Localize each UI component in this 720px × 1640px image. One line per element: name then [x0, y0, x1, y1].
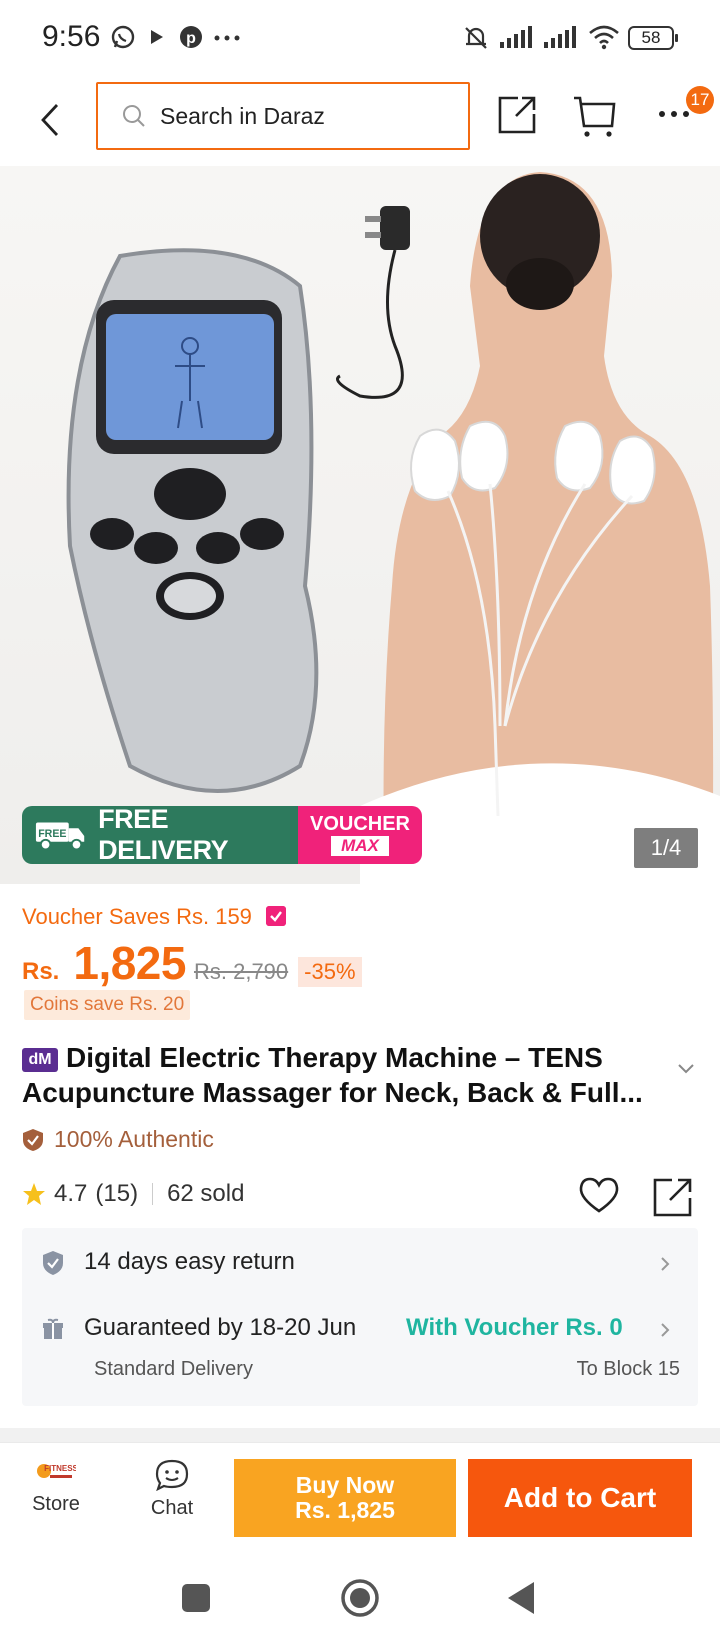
original-price: Rs. 2,790 — [193, 959, 289, 984]
delivery-row[interactable]: Guaranteed by 18-20 Jun With Voucher Rs.… — [22, 1298, 698, 1406]
back-triangle-icon[interactable] — [506, 1580, 536, 1616]
store-logo-text: FITNESS — [44, 1464, 76, 1473]
price-currency: Rs. — [22, 958, 60, 985]
voucher-delivery-text: With Voucher Rs. 0 — [406, 1314, 623, 1341]
status-time: 9:56 — [42, 20, 101, 53]
signal-icon — [500, 26, 532, 48]
system-nav-bar — [0, 1560, 720, 1640]
service-box: 14 days easy return Guaranteed by 18-20 … — [22, 1228, 698, 1406]
return-policy-row[interactable]: 14 days easy return — [22, 1228, 698, 1298]
home-circle-icon[interactable] — [340, 1578, 380, 1618]
return-shield-icon — [43, 1251, 63, 1275]
shield-icon — [23, 1128, 43, 1151]
search-icon — [123, 105, 145, 127]
pinterest-icon: p — [180, 26, 202, 48]
delivery-location: To Block 15 — [576, 1358, 680, 1380]
wifi-icon — [589, 25, 619, 50]
chevron-down-icon[interactable] — [676, 1062, 696, 1076]
back-arrow-icon — [41, 104, 59, 136]
gift-icon — [43, 1318, 63, 1339]
whatsapp-icon — [111, 25, 135, 49]
status-bar: 9:56 p 58 — [0, 0, 720, 78]
discount-badge: -35% — [298, 957, 362, 987]
max-label: MAX — [331, 836, 389, 856]
product-gallery[interactable]: FREE FREE DELIVERY VOUCHER MAX 1/4 — [0, 166, 720, 884]
star-icon — [23, 1183, 45, 1205]
store-logo: FITNESS — [37, 1464, 79, 1478]
free-label: FREE — [38, 828, 66, 840]
sold-count: 62 sold — [167, 1180, 245, 1207]
back-button[interactable] — [30, 92, 70, 148]
product-title-text: Digital Electric Therapy Machine – TENS … — [22, 1042, 643, 1108]
product-photo — [66, 172, 720, 884]
more-icon — [659, 111, 689, 117]
svg-text:p: p — [186, 30, 196, 47]
rating-row[interactable]: 4.7 (15) 62 sold — [22, 1180, 244, 1208]
share-product-icon[interactable] — [652, 1176, 694, 1218]
promo-banner[interactable]: FREE FREE DELIVERY VOUCHER MAX — [22, 806, 422, 864]
play-icon — [151, 30, 163, 44]
store-label: Store — [32, 1493, 80, 1515]
chevron-right-icon — [661, 1257, 670, 1271]
chat-label: Chat — [150, 1497, 194, 1519]
truck-icon: FREE — [35, 822, 85, 851]
buy-now-label: Buy Now — [295, 1472, 395, 1498]
buy-now-button[interactable]: Buy Now Rs. 1,825 — [234, 1459, 456, 1537]
chat-icon — [155, 1459, 189, 1492]
mute-bell-icon — [465, 27, 487, 49]
top-nav: Search in Daraz 17 — [0, 78, 720, 164]
delivery-type: Standard Delivery — [94, 1358, 253, 1380]
action-bar: FITNESS Store Chat Buy Now Rs. 1,825 Add… — [0, 1442, 720, 1560]
free-delivery-badge: FREE FREE DELIVERY — [22, 806, 298, 864]
section-divider — [0, 1428, 720, 1442]
add-to-cart-button[interactable]: Add to Cart — [468, 1459, 692, 1537]
authentic-badge[interactable]: 100% Authentic — [22, 1126, 214, 1153]
price-row: Rs. 1,825 Rs. 2,790 -35% — [22, 936, 362, 990]
free-delivery-label: FREE DELIVERY — [98, 806, 229, 864]
search-input[interactable]: Search in Daraz — [96, 82, 470, 150]
voucher-label: VOUCHER — [309, 813, 410, 835]
search-placeholder: Search in Daraz — [160, 102, 325, 129]
current-price: 1,825 — [73, 937, 186, 989]
buy-now-price: Rs. 1,825 — [295, 1497, 395, 1523]
chat-button[interactable]: Chat — [132, 1459, 212, 1520]
recent-apps-icon[interactable] — [180, 1582, 212, 1614]
voucher-tag-icon — [266, 906, 286, 926]
rating-count: (15) — [95, 1180, 139, 1207]
delivery-guarantee-text: Guaranteed by 18-20 Jun — [84, 1314, 357, 1341]
divider — [152, 1183, 154, 1205]
coins-save-chip: Coins save Rs. 20 — [24, 990, 191, 1020]
product-title[interactable]: dM Digital Electric Therapy Machine – TEN… — [22, 1040, 672, 1110]
cart-badge: 17 — [686, 86, 714, 114]
share-icon[interactable] — [496, 92, 540, 136]
chevron-right-icon — [661, 1323, 670, 1337]
more-dots-icon — [214, 35, 240, 41]
return-policy-text: 14 days easy return — [84, 1248, 295, 1275]
heart-icon[interactable] — [578, 1176, 620, 1214]
cart-icon[interactable] — [572, 92, 618, 138]
signal-icon — [544, 26, 576, 48]
rating-value: 4.7 — [54, 1180, 88, 1207]
battery-indicator: 58 — [628, 26, 678, 50]
authentic-label: 100% Authentic — [54, 1126, 214, 1152]
brand-badge: dM — [22, 1048, 58, 1072]
voucher-max-badge: VOUCHER MAX — [298, 806, 422, 864]
store-button[interactable]: FITNESS Store — [16, 1459, 96, 1516]
image-counter: 1/4 — [634, 828, 698, 868]
voucher-saves-text[interactable]: Voucher Saves Rs. 159 — [22, 904, 252, 930]
